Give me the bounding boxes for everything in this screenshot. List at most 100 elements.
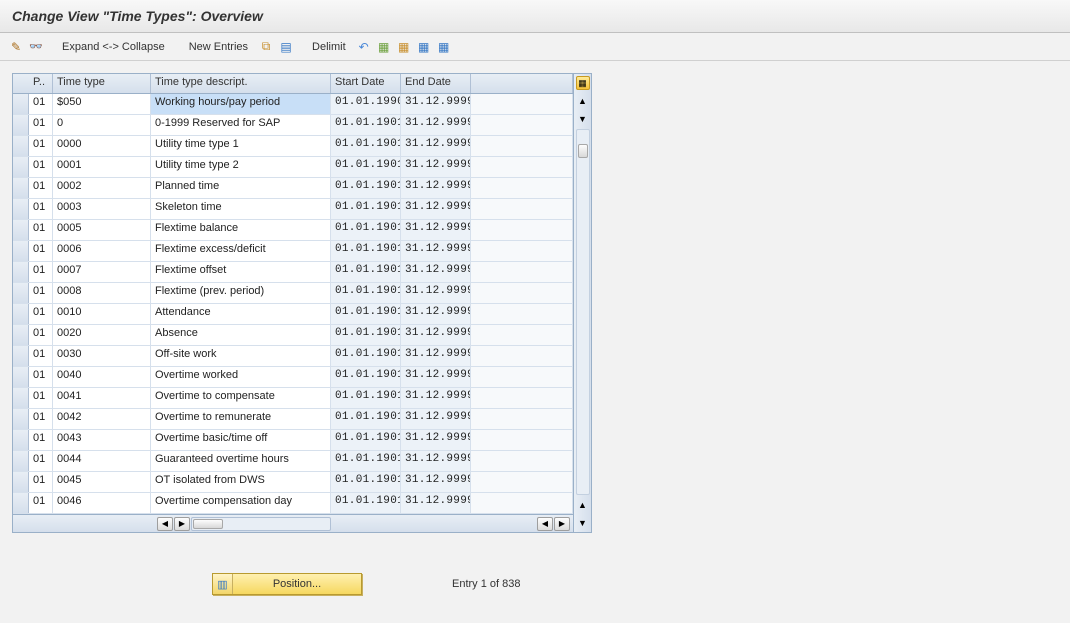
cell-end-date[interactable]: 31.12.9999 [401, 94, 471, 114]
cell-descript[interactable]: Guaranteed overtime hours [151, 451, 331, 471]
cell-time-type[interactable]: 0042 [53, 409, 151, 429]
select-all-icon[interactable] [376, 39, 392, 55]
cell-p[interactable]: 01 [29, 304, 53, 324]
table-row[interactable]: 010000Utility time type 101.01.190131.12… [13, 136, 573, 157]
cell-p[interactable]: 01 [29, 283, 53, 303]
cell-p[interactable]: 01 [29, 220, 53, 240]
cell-time-type[interactable]: 0005 [53, 220, 151, 240]
cell-start-date[interactable]: 01.01.1901 [331, 157, 401, 177]
cell-start-date[interactable]: 01.01.1901 [331, 472, 401, 492]
cell-end-date[interactable]: 31.12.9999 [401, 325, 471, 345]
table-row[interactable]: 010045OT isolated from DWS01.01.190131.1… [13, 472, 573, 493]
cell-end-date[interactable]: 31.12.9999 [401, 136, 471, 156]
cell-p[interactable]: 01 [29, 115, 53, 135]
new-entries-button[interactable]: New Entries [183, 39, 254, 55]
vscroll-track[interactable] [576, 129, 590, 495]
cell-start-date[interactable]: 01.01.1901 [331, 367, 401, 387]
delete-icon[interactable] [278, 39, 294, 55]
hscroll-thumb[interactable] [193, 519, 223, 529]
table-row[interactable]: 010007Flextime offset01.01.190131.12.999… [13, 262, 573, 283]
cell-start-date[interactable]: 01.01.1901 [331, 283, 401, 303]
vscroll-up-icon[interactable]: ▲ [576, 94, 590, 108]
cell-time-type[interactable]: 0003 [53, 199, 151, 219]
row-selector[interactable] [13, 430, 29, 450]
cell-descript[interactable]: Overtime worked [151, 367, 331, 387]
cell-start-date[interactable]: 01.01.1901 [331, 451, 401, 471]
cell-end-date[interactable]: 31.12.9999 [401, 472, 471, 492]
table-row[interactable]: 010040Overtime worked01.01.190131.12.999… [13, 367, 573, 388]
cell-descript[interactable]: Working hours/pay period [151, 94, 331, 114]
cell-end-date[interactable]: 31.12.9999 [401, 367, 471, 387]
cell-p[interactable]: 01 [29, 451, 53, 471]
position-button[interactable]: Position... [212, 573, 362, 595]
cell-descript[interactable]: Overtime to remunerate [151, 409, 331, 429]
table-row[interactable]: 010042Overtime to remunerate01.01.190131… [13, 409, 573, 430]
cell-descript[interactable]: Utility time type 2 [151, 157, 331, 177]
cell-start-date[interactable]: 01.01.1901 [331, 220, 401, 240]
row-selector[interactable] [13, 157, 29, 177]
cell-time-type[interactable]: 0030 [53, 346, 151, 366]
cell-time-type[interactable]: 0010 [53, 304, 151, 324]
cell-time-type[interactable]: 0002 [53, 178, 151, 198]
cell-p[interactable]: 01 [29, 178, 53, 198]
cell-end-date[interactable]: 31.12.9999 [401, 262, 471, 282]
cell-descript[interactable]: Flextime balance [151, 220, 331, 240]
cell-descript[interactable]: Off-site work [151, 346, 331, 366]
cell-start-date[interactable]: 01.01.1901 [331, 388, 401, 408]
cell-p[interactable]: 01 [29, 325, 53, 345]
cell-end-date[interactable]: 31.12.9999 [401, 241, 471, 261]
cell-p[interactable]: 01 [29, 472, 53, 492]
cell-time-type[interactable]: 0000 [53, 136, 151, 156]
cell-time-type[interactable]: 0044 [53, 451, 151, 471]
cell-start-date[interactable]: 01.01.1901 [331, 325, 401, 345]
row-selector[interactable] [13, 472, 29, 492]
cell-end-date[interactable]: 31.12.9999 [401, 220, 471, 240]
cell-p[interactable]: 01 [29, 430, 53, 450]
row-selector[interactable] [13, 136, 29, 156]
cell-descript[interactable]: Utility time type 1 [151, 136, 331, 156]
col-header-time-type[interactable]: Time type [53, 74, 151, 93]
table-row[interactable]: 010001Utility time type 201.01.190131.12… [13, 157, 573, 178]
table-row[interactable]: 010043Overtime basic/time off01.01.19013… [13, 430, 573, 451]
cell-start-date[interactable]: 01.01.1901 [331, 409, 401, 429]
hscroll-right-icon[interactable]: ▶ [174, 517, 190, 531]
row-selector[interactable] [13, 388, 29, 408]
cell-time-type[interactable]: 0045 [53, 472, 151, 492]
deselect-all-icon[interactable] [416, 39, 432, 55]
cell-end-date[interactable]: 31.12.9999 [401, 283, 471, 303]
display-icon[interactable] [28, 39, 44, 55]
table-row[interactable]: 0100-1999 Reserved for SAP01.01.190131.1… [13, 115, 573, 136]
cell-p[interactable]: 01 [29, 94, 53, 114]
cell-start-date[interactable]: 01.01.1901 [331, 346, 401, 366]
cell-p[interactable]: 01 [29, 409, 53, 429]
row-selector[interactable] [13, 493, 29, 513]
cell-time-type[interactable]: 0001 [53, 157, 151, 177]
row-selector[interactable] [13, 178, 29, 198]
cell-descript[interactable]: Overtime basic/time off [151, 430, 331, 450]
cell-start-date[interactable]: 01.01.1901 [331, 304, 401, 324]
cell-time-type[interactable]: 0046 [53, 493, 151, 513]
col-header-p[interactable]: P.. [29, 74, 53, 93]
cell-end-date[interactable]: 31.12.9999 [401, 157, 471, 177]
table-configure-icon[interactable]: ▦ [576, 76, 590, 90]
row-selector[interactable] [13, 220, 29, 240]
cell-descript[interactable]: Skeleton time [151, 199, 331, 219]
row-selector[interactable] [13, 409, 29, 429]
cell-p[interactable]: 01 [29, 388, 53, 408]
table-row[interactable]: 010005Flextime balance01.01.190131.12.99… [13, 220, 573, 241]
table-row[interactable]: 010030Off-site work01.01.190131.12.9999 [13, 346, 573, 367]
row-selector[interactable] [13, 325, 29, 345]
cell-p[interactable]: 01 [29, 157, 53, 177]
cell-start-date[interactable]: 01.01.1901 [331, 262, 401, 282]
hscroll-left-icon[interactable]: ◀ [157, 517, 173, 531]
table-row[interactable]: 010008Flextime (prev. period)01.01.19013… [13, 283, 573, 304]
cell-p[interactable]: 01 [29, 367, 53, 387]
cell-time-type[interactable]: 0008 [53, 283, 151, 303]
cell-descript[interactable]: Flextime (prev. period) [151, 283, 331, 303]
configure-icon[interactable] [436, 39, 452, 55]
table-row[interactable]: 01$050Working hours/pay period01.01.1990… [13, 94, 573, 115]
col-header-start-date[interactable]: Start Date [331, 74, 401, 93]
cell-start-date[interactable]: 01.01.1901 [331, 430, 401, 450]
cell-descript[interactable]: Planned time [151, 178, 331, 198]
cell-end-date[interactable]: 31.12.9999 [401, 304, 471, 324]
